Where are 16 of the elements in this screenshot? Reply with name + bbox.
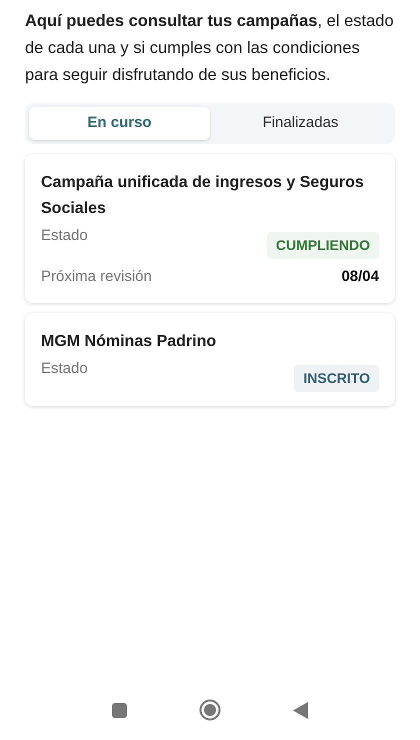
- status-badge: INSCRITO: [294, 365, 379, 392]
- back-icon[interactable]: [293, 702, 308, 718]
- campaign-card[interactable]: MGM Nóminas Padrino Estado INSCRITO: [25, 313, 395, 406]
- home-icon[interactable]: [199, 699, 221, 721]
- tab[interactable]: Finalizadas: [210, 107, 391, 140]
- field-value: 08/04: [341, 267, 379, 287]
- recents-icon[interactable]: [112, 702, 127, 718]
- field-label: Estado: [41, 359, 88, 379]
- tab[interactable]: En curso: [29, 107, 210, 140]
- campaign-title: Campaña unificada de ingresos y Seguros Sociales: [41, 173, 365, 219]
- field-label: Próxima revisión: [41, 267, 152, 287]
- campaign-title: MGM Nóminas Padrino: [41, 332, 218, 352]
- field-label: Estado: [41, 226, 88, 246]
- intro-text: Aquí puedes consultar tus campañas, el estado de cada una y si cumples con las condiciones para seguir disfrutando de sus beneficios.: [25, 11, 395, 86]
- status-badge: CUMPLIENDO: [266, 232, 379, 259]
- campaign-card[interactable]: Campaña unificada de ingresos y Seguros Sociales Estado CUMPLIENDO Próxima revisión 08/04: [25, 154, 395, 303]
